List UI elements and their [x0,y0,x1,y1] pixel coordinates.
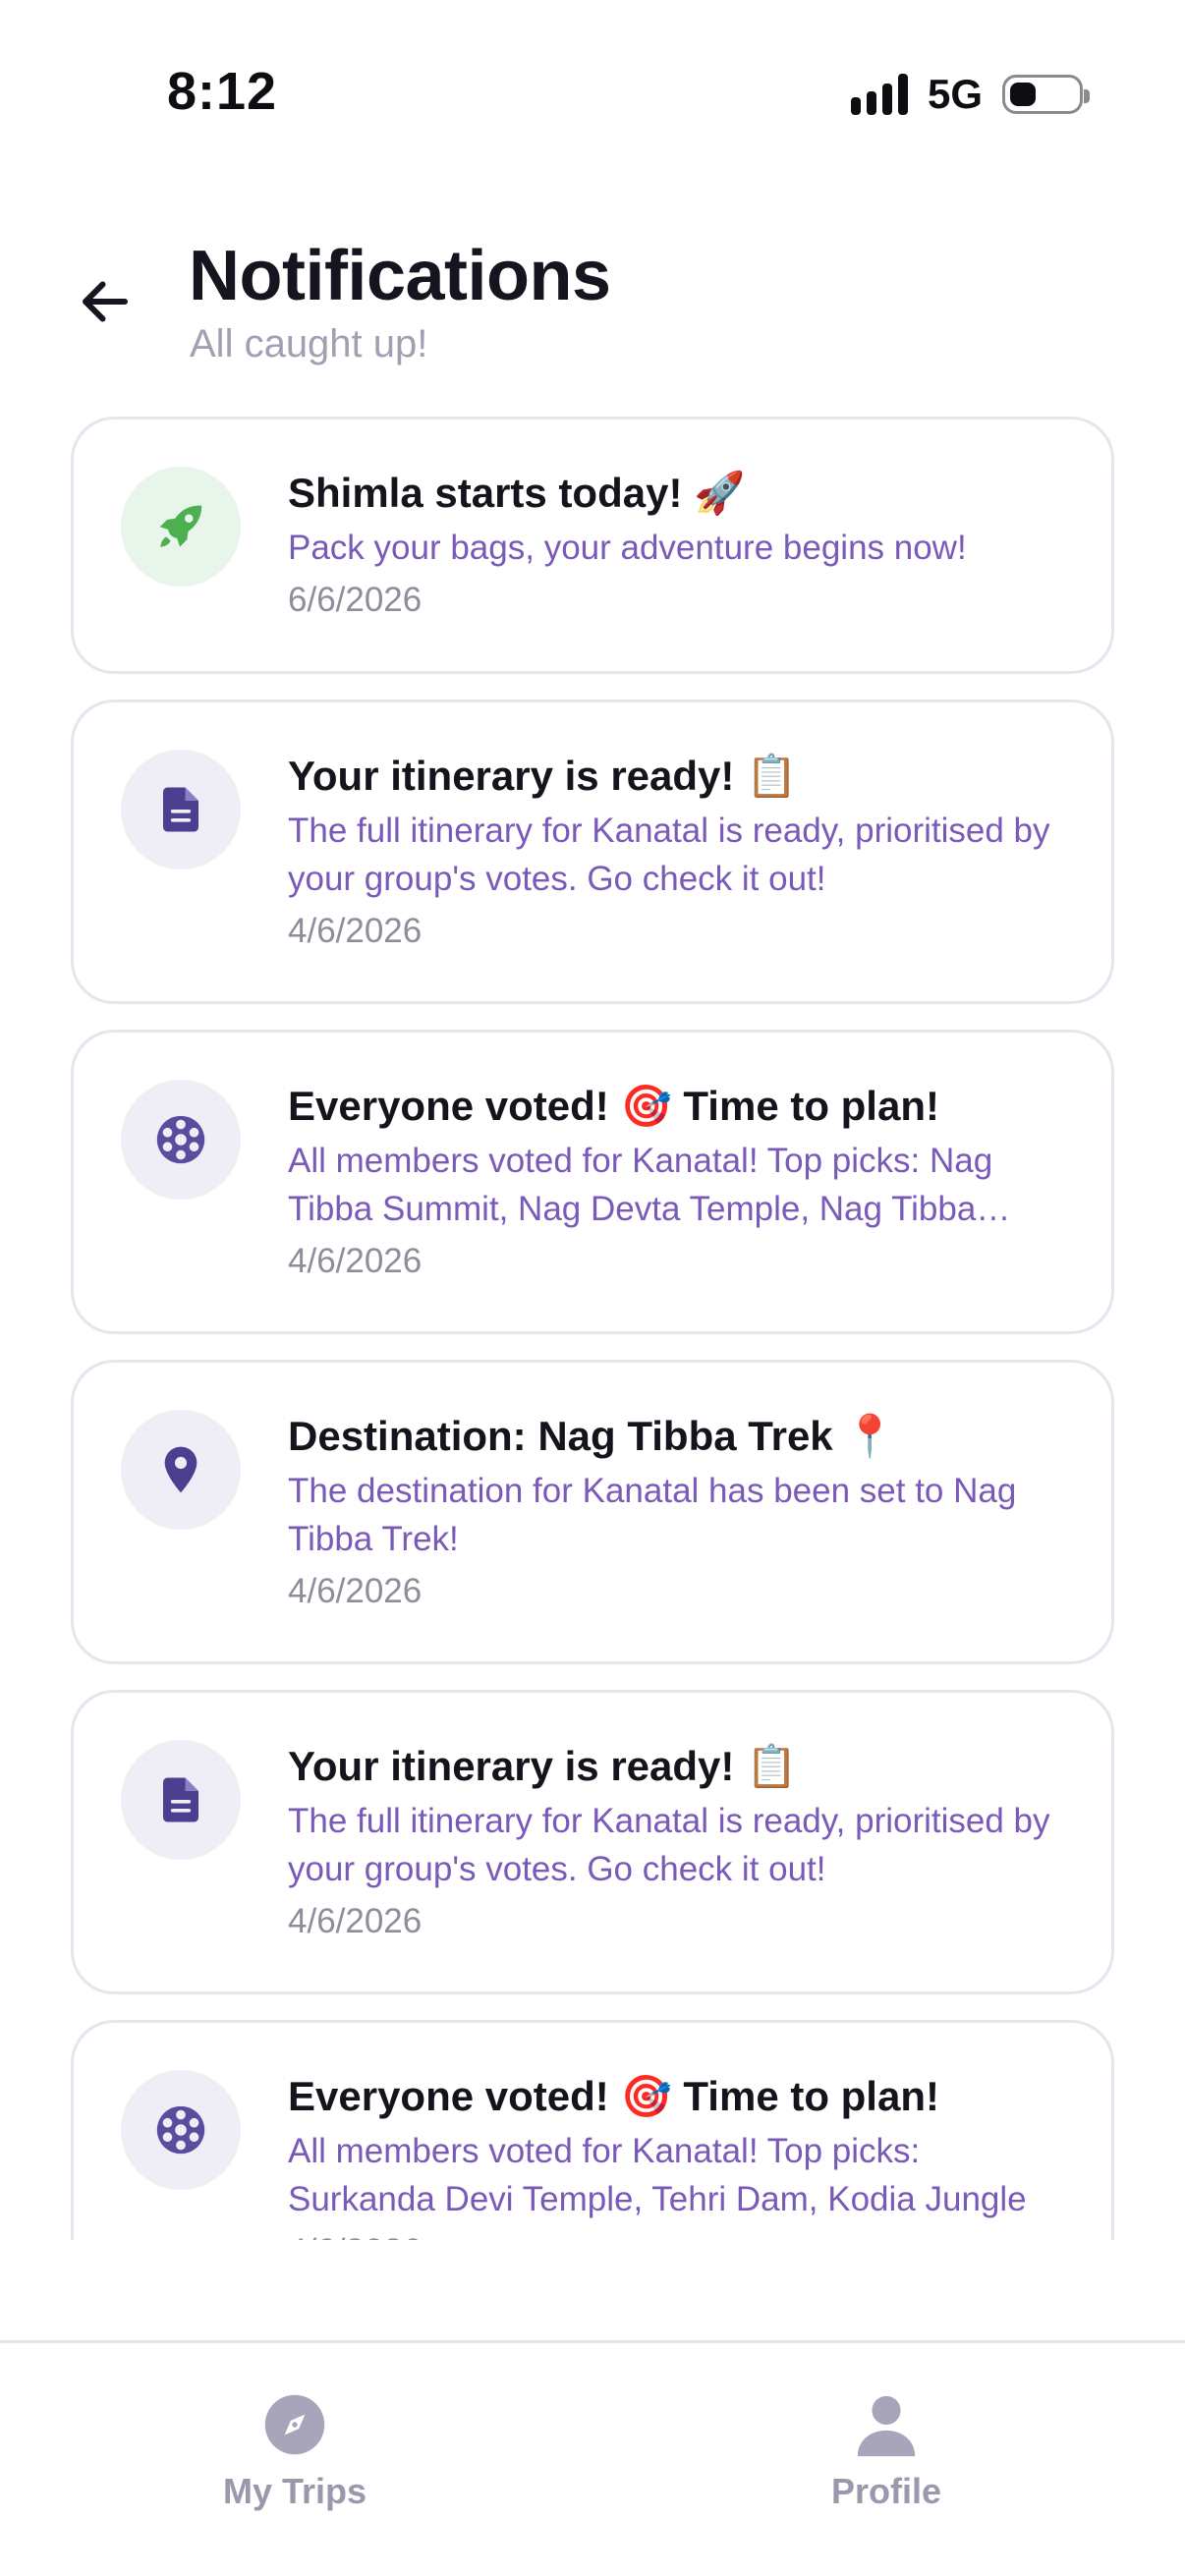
page-title: Notifications [189,237,611,315]
notification-body: The full itinerary for Kanatal is ready,… [288,812,1050,898]
header: Notifications All caught up! [0,226,1185,383]
notification-date: 4/6/2026 [288,912,423,950]
notification-date: 4/6/2026 [288,1902,423,1940]
signal-icon [850,74,910,115]
notification-title: Your itinerary is ready! 📋 [288,1743,798,1789]
notification-icon-badge [121,2070,241,2190]
page-subtitle: All caught up! [190,322,428,365]
location-pin-icon [164,1446,198,1493]
notification-title: Everyone voted! 🎯 Time to plan! [288,2073,939,2119]
arrow-left-icon [83,281,128,322]
tab-my-trips[interactable]: My Trips [147,2392,442,2530]
notification-icon-badge [121,467,241,587]
notification-date: 4/6/2026 [288,2229,1062,2240]
notification-body: All members voted for Kanatal! Top picks… [288,2132,1027,2218]
person-icon [857,2395,916,2457]
back-button[interactable] [69,265,141,338]
tab-bar: My Trips Profile [0,2340,1185,2576]
notification-card[interactable]: Shimla starts today! 🚀 Pack your bags, y… [71,417,1114,674]
notification-card[interactable]: Everyone voted! 🎯 Time to plan! All memb… [71,1030,1114,1334]
notifications-screen: 8:12 5G Notifications All caught up! Shi… [0,0,1185,2576]
notification-icon-badge [121,1410,241,1530]
notification-list[interactable]: Shimla starts today! 🚀 Pack your bags, y… [71,417,1114,2240]
notification-title: Your itinerary is ready! 📋 [288,753,798,799]
notification-title: Destination: Nag Tibba Trek 📍 [288,1413,896,1459]
notification-body: The destination for Kanatal has been set… [288,1472,1017,1558]
rocket-icon [159,505,202,547]
notification-date: 4/6/2026 [288,1572,423,1610]
notification-date: 4/6/2026 [288,1242,423,1280]
tab-profile[interactable]: Profile [739,2392,1034,2530]
document-icon [163,787,198,832]
notification-date: 6/6/2026 [288,581,423,619]
document-icon [163,1777,198,1822]
tab-label: My Trips [222,2471,367,2511]
notification-icon-badge [121,750,241,869]
notification-icon-badge [121,1740,241,1860]
notification-card[interactable]: Everyone voted! 🎯 Time to plan! All memb… [71,2020,1114,2240]
status-indicators: 5G [850,71,1090,118]
status-time: 8:12 [167,62,278,121]
network-label: 5G [927,71,983,117]
notification-body: All members voted for Kanatal! Top picks… [288,1142,993,1228]
notification-icon-badge [121,1080,241,1200]
ball-icon [156,2105,205,2155]
notification-title: Everyone voted! 🎯 Time to plan! [288,1083,939,1129]
notification-card[interactable]: Your itinerary is ready! 📋 The full itin… [71,700,1114,1004]
notification-title: Shimla starts today! 🚀 [288,470,746,516]
compass-icon [264,2394,325,2455]
tab-label: Profile [830,2471,942,2511]
notification-card[interactable]: Destination: Nag Tibba Trek 📍 The destin… [71,1360,1114,1664]
notification-body: Pack your bags, your adventure begins no… [288,529,967,567]
notification-card[interactable]: Your itinerary is ready! 📋 The full itin… [71,1690,1114,1994]
status-bar: 8:12 5G [0,0,1185,147]
ball-icon [156,1115,205,1164]
notification-body: The full itinerary for Kanatal is ready,… [288,1802,1050,1888]
battery-icon [1002,75,1090,114]
